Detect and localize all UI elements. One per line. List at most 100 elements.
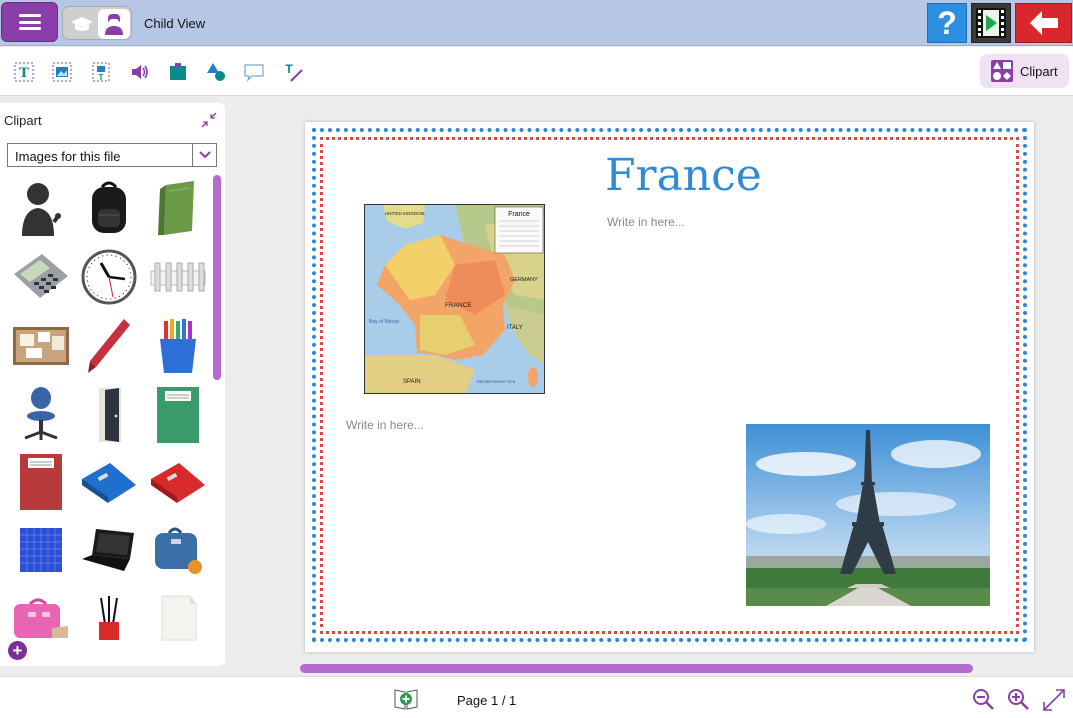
eiffel-tower-image[interactable] xyxy=(746,424,990,606)
clipart-crayon[interactable] xyxy=(79,315,139,377)
plus-icon: + xyxy=(12,641,23,660)
toolbar: T T T Clipart xyxy=(0,47,1073,96)
abacus-icon xyxy=(150,262,206,292)
crayon-pot-icon xyxy=(160,319,196,373)
clipart-book[interactable] xyxy=(148,177,208,239)
map-label-bay-of-biscay: Bay of Biscay xyxy=(369,319,400,325)
map-label-uk: UNITED KINGDOM xyxy=(385,211,425,216)
background-tool-icon xyxy=(170,63,186,80)
map-label-germany: GERMANY xyxy=(510,277,538,283)
zoom-in-icon xyxy=(1008,689,1029,710)
teacher-view-button[interactable] xyxy=(67,11,97,37)
clipart-backpack[interactable] xyxy=(79,177,139,239)
zoom-in-button[interactable] xyxy=(1006,687,1030,711)
clipart-laptop[interactable] xyxy=(79,519,139,581)
clipart-office-chair[interactable] xyxy=(11,384,71,446)
zoom-out-button[interactable] xyxy=(971,687,995,711)
shapes-tool-icon xyxy=(207,63,225,81)
eiffel-tower-photo xyxy=(746,424,990,606)
clipart-binder-red[interactable] xyxy=(148,451,208,513)
zoom-out-icon xyxy=(973,689,994,710)
exercise-book-red-icon xyxy=(20,454,62,510)
sound-tool-icon xyxy=(132,65,148,79)
page-indicator: Page 1 / 1 xyxy=(457,693,517,708)
clipart-binder-blue[interactable] xyxy=(79,451,139,513)
clipart-panel: Clipart Images for this file + xyxy=(0,103,225,666)
clipart-scrollbar[interactable] xyxy=(213,175,221,380)
text-image-tool-button[interactable]: T xyxy=(89,60,113,84)
text-style-tool-button[interactable]: T xyxy=(281,60,305,84)
shapes-tool-button[interactable] xyxy=(204,60,228,84)
svg-text:T: T xyxy=(285,62,293,76)
add-page-icon xyxy=(394,689,418,710)
text-box-2[interactable]: Write in here... xyxy=(346,418,424,432)
background-tool-button[interactable] xyxy=(166,60,190,84)
map-illustration: France FRANCE GERMANY ITALY SPAIN Bay of… xyxy=(365,205,544,393)
add-clipart-button[interactable]: + xyxy=(8,641,27,660)
map-legend-title: France xyxy=(508,211,530,218)
clock-icon xyxy=(81,249,137,305)
child-avatar-icon xyxy=(105,14,123,35)
grid-paper-icon xyxy=(20,528,62,572)
speech-bubble-tool-icon xyxy=(244,64,264,82)
add-page-button[interactable] xyxy=(393,687,419,711)
text-tool-button[interactable]: T xyxy=(12,60,36,84)
paper-icon xyxy=(161,595,197,641)
page-title: France xyxy=(605,150,762,201)
back-button[interactable] xyxy=(1015,3,1072,43)
child-view-button[interactable] xyxy=(98,9,130,39)
binder-red-icon xyxy=(151,463,205,503)
map-label-france: FRANCE xyxy=(445,302,472,309)
play-button[interactable] xyxy=(971,3,1011,43)
text-box-1[interactable]: Write in here... xyxy=(607,215,685,229)
clipart-paper[interactable] xyxy=(148,587,208,649)
laptop-icon xyxy=(82,529,134,571)
book-icon xyxy=(158,181,194,235)
speech-bubble-tool-button[interactable] xyxy=(242,60,266,84)
select-value: Images for this file xyxy=(15,149,121,164)
clipart-source-select[interactable]: Images for this file xyxy=(7,143,217,167)
france-map-image[interactable]: France FRANCE GERMANY ITALY SPAIN Bay of… xyxy=(364,204,545,394)
clipart-abacus[interactable] xyxy=(148,246,208,308)
clipart-clock[interactable] xyxy=(79,246,139,308)
crayon-icon xyxy=(88,319,130,373)
office-chair-icon xyxy=(24,387,58,440)
exercise-book-green-icon xyxy=(157,387,199,443)
clipart-pink-case[interactable] xyxy=(11,587,71,649)
pink-case-icon xyxy=(14,598,68,638)
panel-title: Clipart xyxy=(4,113,42,128)
clipart-child-silhouette[interactable] xyxy=(11,177,71,239)
clipart-icon xyxy=(991,60,1013,82)
collapse-icon[interactable] xyxy=(201,112,217,128)
clipart-button-label: Clipart xyxy=(1020,63,1058,79)
view-label: Child View xyxy=(144,16,206,31)
image-tool-button[interactable] xyxy=(50,60,74,84)
canvas-horizontal-scrollbar[interactable] xyxy=(300,664,973,673)
clipart-exercise-book-red[interactable] xyxy=(11,451,71,513)
canvas-page[interactable]: France Write in here... Write in here... xyxy=(305,122,1034,652)
clipart-paint-brushes[interactable] xyxy=(79,587,139,649)
clipart-button[interactable]: Clipart xyxy=(980,54,1069,88)
backpack-icon xyxy=(92,181,126,233)
view-toggle[interactable] xyxy=(62,6,132,40)
svg-text:T: T xyxy=(19,66,29,81)
arrow-left-icon xyxy=(1029,11,1058,35)
help-button[interactable]: ? xyxy=(927,3,967,43)
clipart-lunchbox[interactable] xyxy=(148,519,208,581)
expand-icon xyxy=(1043,689,1065,711)
fullscreen-button[interactable] xyxy=(1041,687,1067,713)
door-icon xyxy=(99,388,121,442)
menu-button[interactable] xyxy=(1,2,58,42)
sound-tool-button[interactable] xyxy=(128,60,152,84)
clipart-grid-paper[interactable] xyxy=(11,519,71,581)
clipart-door[interactable] xyxy=(79,384,139,446)
svg-text:T: T xyxy=(99,73,104,82)
clipart-exercise-book-green[interactable] xyxy=(148,384,208,446)
text-tool-icon: T xyxy=(14,62,34,82)
graduation-cap-icon xyxy=(71,17,93,31)
cork-board-icon xyxy=(13,327,69,365)
lunchbox-icon xyxy=(155,527,202,574)
clipart-crayon-pot[interactable] xyxy=(148,315,208,377)
clipart-cork-board[interactable] xyxy=(11,315,71,377)
clipart-calculator[interactable] xyxy=(11,246,71,308)
